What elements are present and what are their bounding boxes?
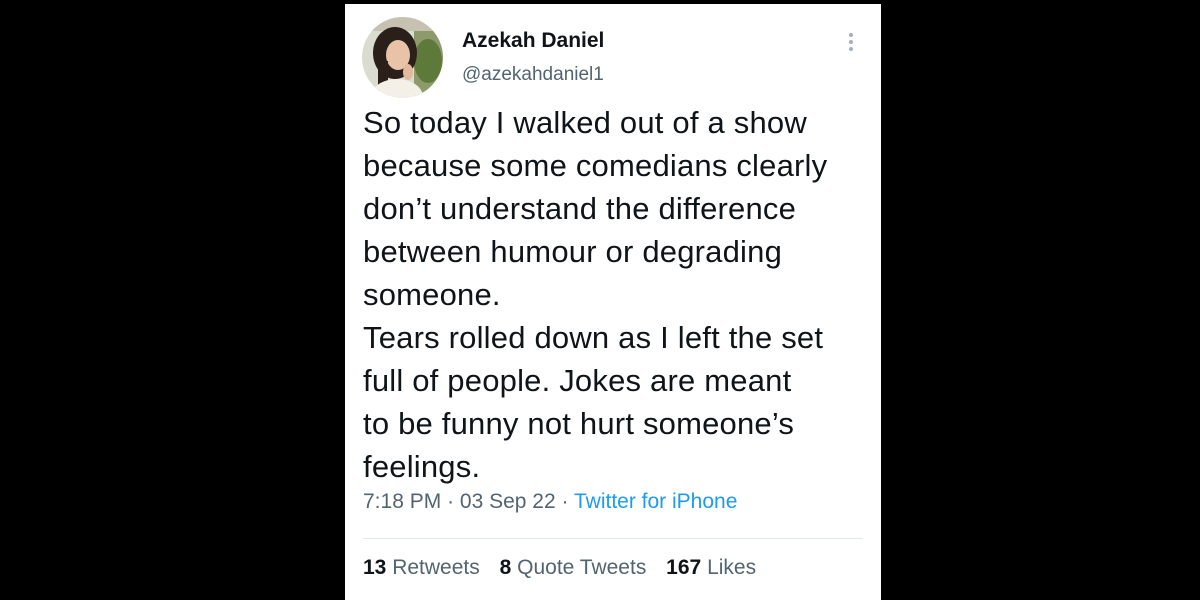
retweets-stat[interactable]: 13 Retweets [363, 556, 480, 579]
tweet-text-line: because some comedians clearly [363, 148, 828, 183]
meta-separator: · [447, 490, 455, 513]
quote-tweets-stat[interactable]: 8 Quote Tweets [500, 556, 647, 579]
quote-tweets-count: 8 [499, 556, 512, 579]
tweet-text-line: feelings. [363, 449, 481, 484]
tweet-stats: 13 Retweets 8 Quote Tweets 167 Likes [363, 556, 770, 580]
tweet-source-link[interactable]: Twitter for iPhone [574, 490, 737, 513]
tweet-text: So today I walked out of a show because … [363, 101, 863, 488]
tweet-text-line: Tears rolled down as I left the set [363, 320, 824, 355]
tweet-card: Azekah Daniel @azekahdaniel1 So today I … [345, 4, 881, 600]
quote-tweets-label: Quote Tweets [517, 556, 647, 579]
more-options-button[interactable] [839, 28, 863, 56]
retweets-label: Retweets [392, 556, 480, 579]
tweet-time[interactable]: 7:18 PM [363, 490, 441, 513]
tweet-text-line: someone. [363, 277, 501, 312]
meta-separator: · [561, 490, 569, 513]
tweet-text-line: don’t understand the difference [363, 191, 797, 226]
retweets-count: 13 [363, 556, 387, 579]
likes-label: Likes [707, 556, 757, 579]
author-name[interactable]: Azekah Daniel [462, 29, 604, 53]
tweet-meta: 7:18 PM · 03 Sep 22 · Twitter for iPhone [363, 490, 737, 514]
tweet-text-line: between humour or degrading [363, 234, 783, 269]
likes-count: 167 [666, 556, 702, 579]
tweet-text-line: full of people. Jokes are meant [363, 363, 792, 398]
likes-stat[interactable]: 167 Likes [666, 556, 756, 579]
tweet-date[interactable]: 03 Sep 22 [460, 490, 556, 513]
avatar[interactable] [362, 17, 443, 98]
tweet-text-line: So today I walked out of a show [363, 105, 807, 140]
author-handle[interactable]: @azekahdaniel1 [462, 64, 604, 86]
more-vertical-icon [849, 33, 853, 51]
tweet-text-line: to be funny not hurt someone’s [363, 406, 795, 441]
divider [363, 538, 863, 539]
avatar-photo [362, 17, 443, 98]
